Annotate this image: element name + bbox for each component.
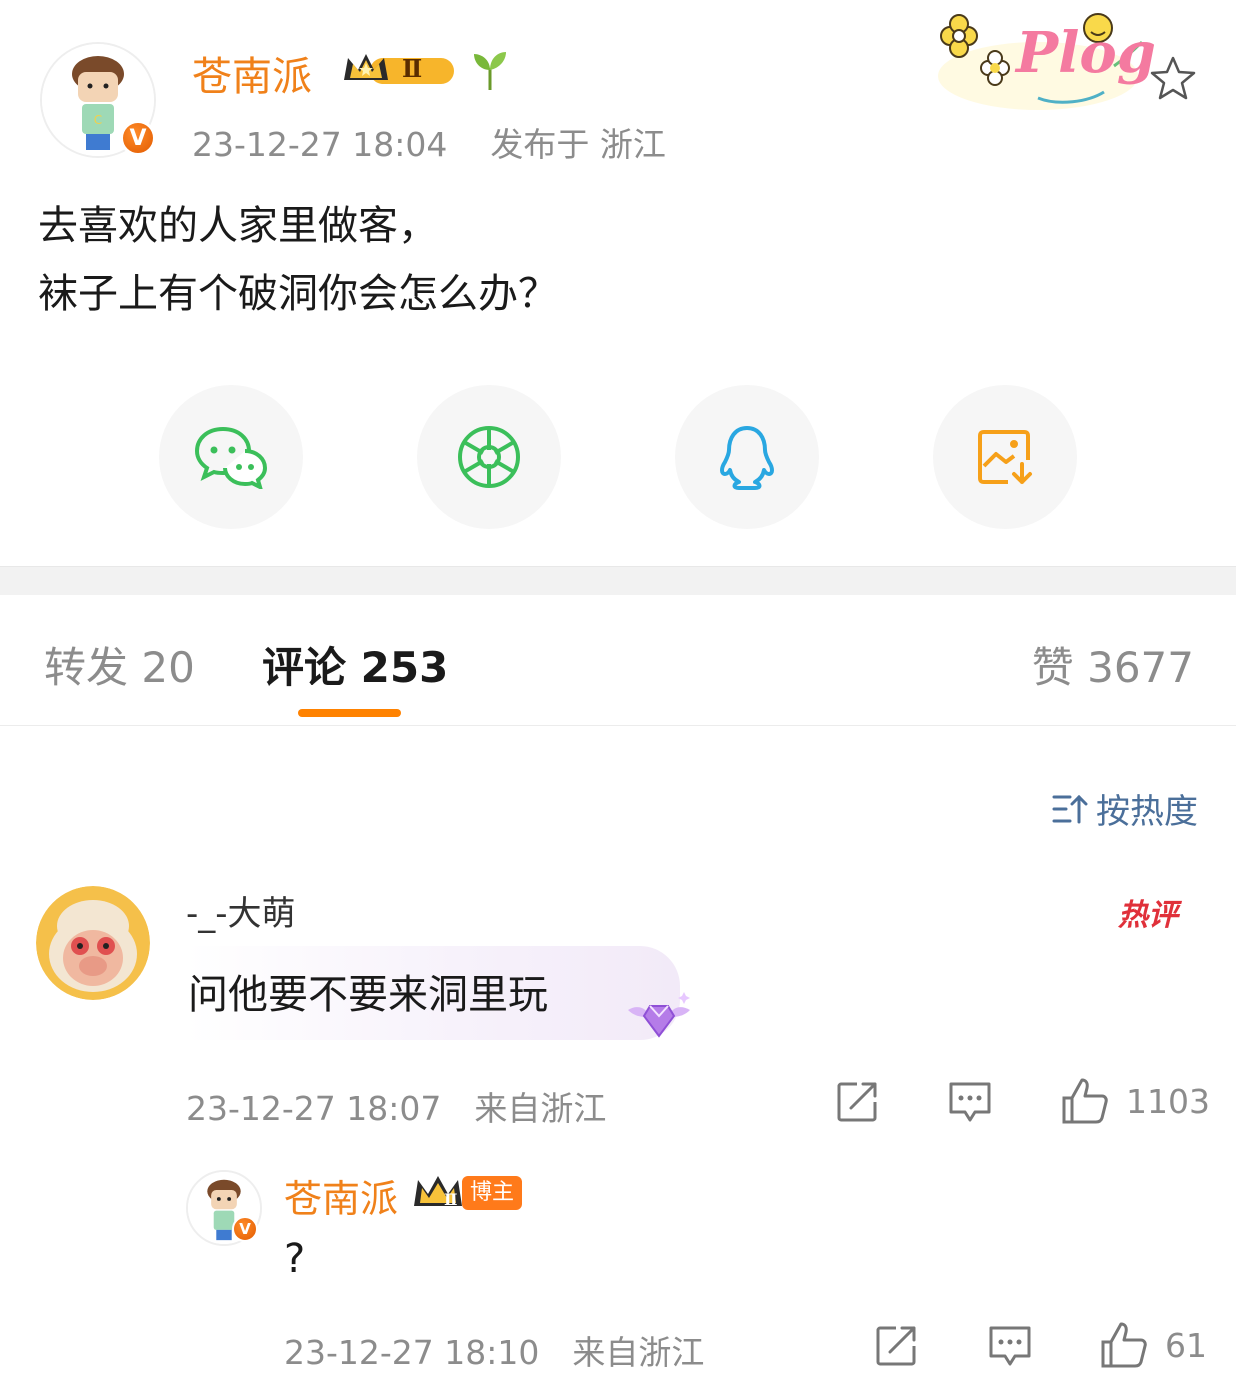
level-crown-badge: Ⅱ [340,50,458,90]
verified-v-badge: V [232,1216,258,1242]
reply-text: ? [284,1236,306,1282]
tab-likes[interactable]: 赞 3677 [1032,634,1194,695]
comment-meta: 23-12-27 18:07 来自浙江 [186,1082,606,1130]
comment-source: 来自浙江 [474,1089,607,1128]
level-number: Ⅱ [402,54,423,83]
qq-icon [720,426,774,490]
comment-icon [989,1326,1031,1366]
diamond-wings-icon [620,986,698,1050]
post-meta: 23-12-27 18:04 发布于 浙江 [192,118,666,166]
share-moments-button[interactable] [417,385,561,529]
comment-text: 问他要不要来洞里玩 [188,972,548,1018]
commenter-avatar[interactable] [36,886,150,1000]
reply-level-badge: Ⅱ [412,1172,464,1212]
hot-comment-badge: 热评 [1118,898,1178,933]
reply-level-number: Ⅱ [444,1190,458,1209]
reply-share-button[interactable] [874,1324,918,1372]
share-icon [876,1326,916,1366]
post-location: 发布于 浙江 [490,125,666,164]
reply-meta: 23-12-27 18:10 来自浙江 [284,1326,704,1374]
comment-share-button[interactable] [835,1080,879,1128]
share-icon [837,1082,877,1122]
post-text-line-1: 去喜欢的人家里做客， [38,203,438,249]
thumbs-up-icon [1062,1078,1108,1124]
comment-icon [949,1082,991,1122]
comment-timestamp: 23-12-27 18:07 [186,1089,442,1128]
post-text-line-2: 袜子上有个破洞你会怎么办？ [38,271,558,317]
reply-like-button[interactable]: 61 [1099,1320,1207,1370]
section-divider [0,566,1236,595]
tab-comments[interactable]: 评论 253 [262,634,448,695]
share-qq-button[interactable] [675,385,819,529]
monkey-avatar-illustration [36,886,150,1000]
comment-reply-button[interactable] [947,1080,993,1128]
reply-comment-button[interactable] [987,1324,1033,1372]
reply-like-count: 61 [1165,1325,1207,1365]
active-tab-indicator [298,709,401,717]
plog-decoration: Plog [928,6,1156,116]
save-image-button[interactable] [933,385,1077,529]
thumbs-up-icon [1101,1322,1147,1368]
tab-repost[interactable]: 转发 20 [44,634,195,695]
sprout-icon [470,48,510,96]
crown-icon [344,54,454,84]
sort-icon [1052,794,1088,823]
author-name[interactable]: 苍南派 [192,44,312,102]
svg-text:C: C [94,113,102,127]
commenter-name[interactable]: -_-大萌 [186,886,296,935]
share-wechat-button[interactable] [159,385,303,529]
favorite-star-icon[interactable] [1148,54,1198,108]
post-timestamp: 23-12-27 18:04 [192,125,448,164]
sort-label: 按热度 [1096,792,1198,832]
reply-source: 来自浙江 [572,1333,705,1372]
comment-like-button[interactable]: 1103 [1060,1076,1210,1126]
reply-author-name[interactable]: 苍南派 [284,1168,398,1223]
sort-by-hot-button[interactable]: 按热度 [1052,784,1198,833]
verified-v-badge: V [120,120,156,156]
wechat-icon [194,426,268,489]
save-image-icon [978,430,1032,484]
plog-text: Plog [1016,20,1156,86]
blogger-tag: 博主 [462,1176,523,1210]
moments-icon [458,426,520,488]
reply-timestamp: 23-12-27 18:10 [284,1333,540,1372]
tabs-divider [0,725,1236,726]
comment-like-count: 1103 [1126,1081,1210,1121]
post-body: 去喜欢的人家里做客， 袜子上有个破洞你会怎么办？ [38,192,558,328]
